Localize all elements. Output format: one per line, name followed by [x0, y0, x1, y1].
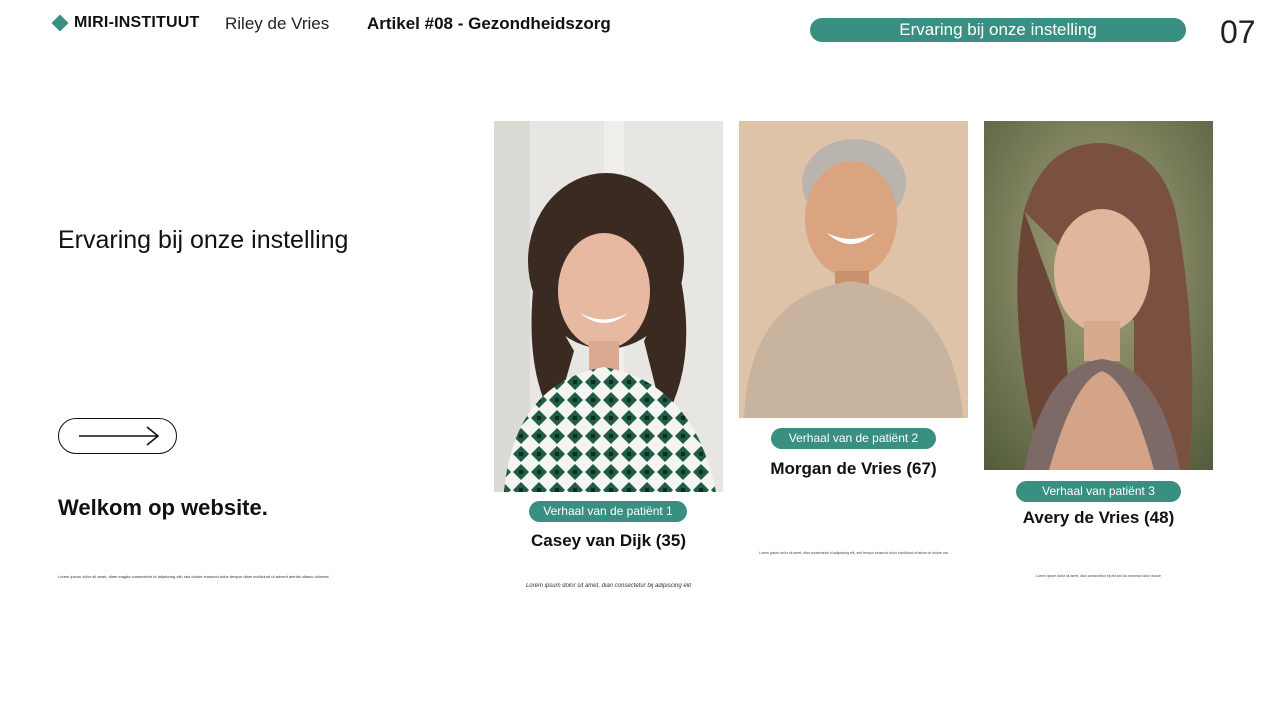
- diamond-icon: [51, 14, 69, 32]
- header-section-pill: Ervaring bij onze instelling: [810, 18, 1186, 42]
- patient-name-1: Casey van Dijk (35): [531, 531, 686, 550]
- patient-badge-2: Verhaal van de patiënt 2: [771, 428, 936, 449]
- article-title: Artikel #08 - Gezondheidszorg: [367, 14, 611, 33]
- patient-caption-3: Lorem ipsum dolor sit amet, dian consect…: [1036, 574, 1161, 578]
- body-text: Lorem ipsum dolor sit amet, diam magda c…: [58, 574, 329, 579]
- author-name: Riley de Vries: [225, 14, 330, 33]
- brand: MIRI-INSTITUUT: [51, 14, 200, 32]
- patient-name-3: Avery de Vries (48): [1022, 508, 1175, 527]
- patient-photo-3: [984, 121, 1213, 470]
- arrow-right-icon: [79, 426, 160, 446]
- next-arrow-button[interactable]: [58, 418, 177, 454]
- patient-caption-2: Lorem ipsum dolor sit amet, dian consect…: [759, 551, 948, 555]
- page-title: Ervaring bij onze instelling: [58, 226, 349, 254]
- patient-badge-3: Verhaal van patiënt 3: [1016, 481, 1181, 502]
- patient-photo-1: [494, 121, 723, 492]
- brand-name: MIRI-INSTITUUT: [74, 14, 200, 31]
- welcome-heading: Welkom op website.: [58, 495, 268, 520]
- patient-name-2: Morgan de Vries (67): [770, 459, 937, 478]
- patient-caption-1: Lorem ipsum dolor sit amet, dian consect…: [525, 583, 692, 589]
- page-number: 07: [1220, 14, 1256, 50]
- patient-photo-2: [739, 121, 968, 418]
- patient-badge-1: Verhaal van de patiënt 1: [529, 501, 687, 522]
